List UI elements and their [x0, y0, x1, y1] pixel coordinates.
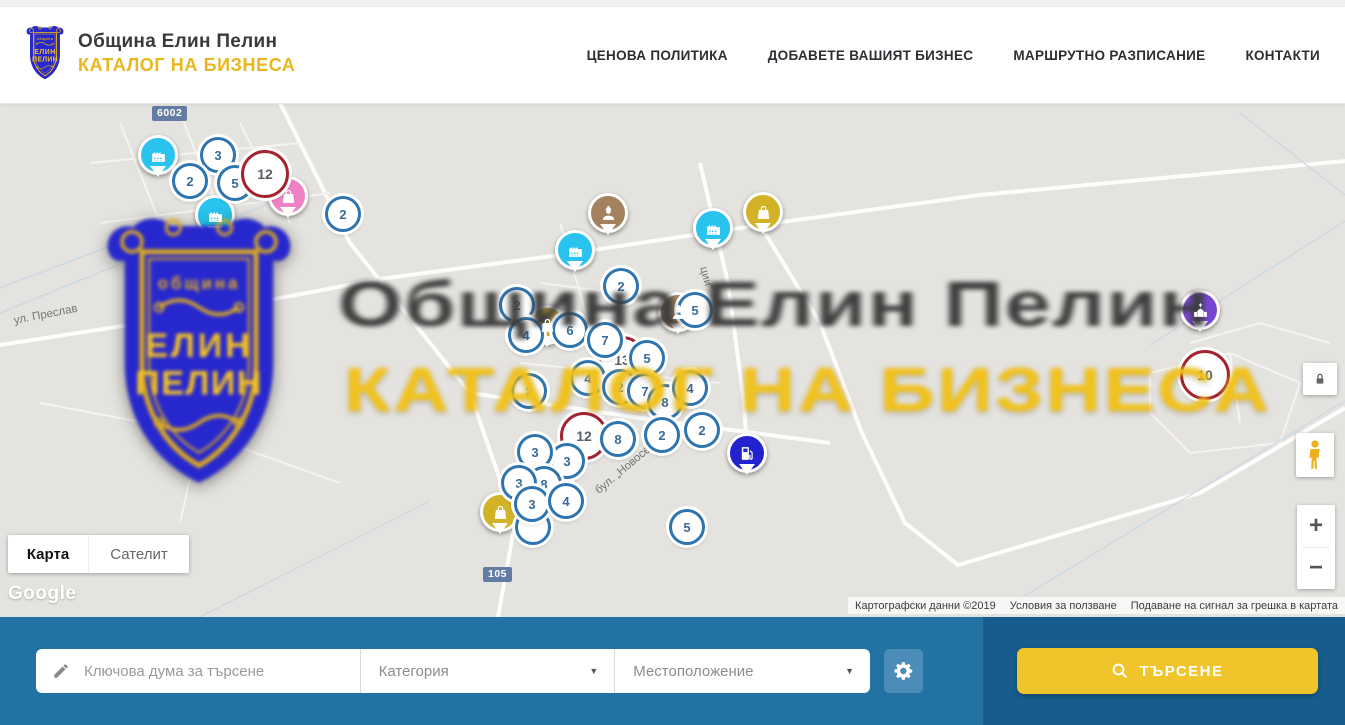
- logo-subtitle: КАТАЛОГ НА БИЗНЕСА: [78, 55, 296, 76]
- church-icon: [1192, 302, 1209, 319]
- shopping-bag-icon: [539, 317, 556, 334]
- cluster-marker[interactable]: 5: [669, 509, 705, 545]
- poi-marker-factory[interactable]: [138, 135, 178, 175]
- lock-icon: [1312, 371, 1328, 387]
- poi-marker-church[interactable]: [1180, 290, 1220, 330]
- marker-tail: [739, 464, 755, 483]
- worker-icon: [600, 205, 617, 222]
- cluster-marker[interactable]: 2: [603, 268, 639, 304]
- keyword-input[interactable]: [82, 662, 326, 681]
- cluster-marker[interactable]: 10: [1180, 350, 1230, 400]
- logo-title: Община Елин Пелин: [78, 31, 296, 53]
- svg-text:ЕЛИН: ЕЛИН: [34, 49, 56, 56]
- zoom-in-button[interactable]: +: [1297, 505, 1335, 547]
- map-type-map-button[interactable]: Карта: [8, 535, 88, 573]
- shopping-bag-icon: [755, 204, 772, 221]
- marker-tail: [755, 223, 771, 242]
- svg-text:община: община: [37, 37, 54, 41]
- location-select[interactable]: Местоположение ▼: [614, 649, 870, 693]
- cluster-marker[interactable]: 4: [548, 483, 584, 519]
- map-type-control: Карта Сателит: [8, 535, 189, 573]
- keyword-section: [36, 649, 360, 693]
- category-select[interactable]: Категория ▼: [360, 649, 615, 693]
- advanced-settings-button[interactable]: [884, 649, 923, 693]
- factory-icon: [567, 242, 584, 259]
- cluster-marker[interactable]: 2: [325, 196, 361, 232]
- search-input-group: Категория ▼ Местоположение ▼: [36, 649, 870, 693]
- factory-icon: [705, 220, 722, 237]
- cluster-marker[interactable]: 2: [644, 417, 680, 453]
- cluster-marker[interactable]: 2: [684, 412, 720, 448]
- poi-marker-factory[interactable]: [693, 208, 733, 248]
- location-select-value: Местоположение: [615, 663, 845, 680]
- nav-item-add-business[interactable]: ДОБАВЕТЕ ВАШИЯТ БИЗНЕС: [768, 48, 974, 63]
- poi-marker-worker[interactable]: [588, 193, 628, 233]
- cluster-marker[interactable]: 4: [672, 370, 708, 406]
- street-view-pegman[interactable]: [1296, 433, 1334, 477]
- search-bar: Категория ▼ Местоположение ▼ ТЪРСЕНЕ: [0, 617, 1345, 725]
- caret-down-icon: ▼: [845, 666, 854, 676]
- marker-tail: [600, 224, 616, 243]
- fuel-pump-icon: [739, 445, 756, 462]
- attribution-copyright: Картографски данни ©2019: [848, 600, 1003, 612]
- nav-item-route-schedule[interactable]: МАРШРУТНО РАЗПИСАНИЕ: [1013, 48, 1205, 63]
- municipal-crest-icon: община ЕЛИН ПЕЛИН: [22, 24, 68, 83]
- cluster-marker[interactable]: 2: [511, 373, 547, 409]
- factory-icon: [150, 147, 167, 164]
- google-map[interactable]: 6002105 ул. Преславбул. „Новоселции" 213…: [0, 103, 1345, 617]
- attribution-report-link[interactable]: Подаване на сигнал за грешка в картата: [1124, 600, 1345, 612]
- cluster-marker[interactable]: 8: [600, 421, 636, 457]
- caret-down-icon: ▼: [589, 666, 598, 676]
- zoom-out-button[interactable]: −: [1297, 548, 1335, 590]
- poi-marker-shopping-bag[interactable]: [743, 192, 783, 232]
- google-logo[interactable]: Google: [8, 583, 76, 605]
- pencil-icon: [52, 662, 70, 680]
- worker-icon: [670, 304, 687, 321]
- search-button[interactable]: ТЪРСЕНЕ: [1017, 648, 1318, 694]
- svg-text:ПЕЛИН: ПЕЛИН: [32, 56, 58, 63]
- map-type-satellite-button[interactable]: Сателит: [88, 535, 189, 573]
- attribution-terms-link[interactable]: Условия за ползване: [1003, 600, 1124, 612]
- cluster-marker[interactable]: 7: [587, 322, 623, 358]
- marker-tail: [567, 261, 583, 280]
- nav-item-contacts[interactable]: КОНТАКТИ: [1245, 48, 1320, 63]
- shopping-bag-icon: [280, 188, 297, 205]
- factory-icon: [207, 207, 224, 224]
- marker-tail: [670, 323, 686, 342]
- cluster-marker[interactable]: 4: [570, 360, 606, 396]
- map-markers-layer: 21332512225467524278412822338334510: [0, 103, 1345, 617]
- zoom-control: + −: [1297, 505, 1335, 589]
- poi-marker-fuel-pump[interactable]: [727, 433, 767, 473]
- marker-tail: [1192, 321, 1208, 340]
- main-nav: ЦЕНОВА ПОЛИТИКА ДОБАВЕТЕ ВАШИЯТ БИЗНЕС М…: [587, 7, 1320, 103]
- page-top-strip: [0, 0, 1345, 7]
- cluster-marker[interactable]: 2: [172, 163, 208, 199]
- lock-control[interactable]: [1303, 363, 1337, 395]
- map-attribution: Картографски данни ©2019 Условия за полз…: [848, 597, 1345, 614]
- marker-tail: [492, 523, 508, 542]
- marker-tail: [150, 166, 166, 185]
- pegman-icon: [1304, 439, 1326, 471]
- marker-tail: [280, 207, 296, 226]
- site-logo[interactable]: община ЕЛИН ПЕЛИН Община Елин Пелин КАТА…: [22, 24, 296, 83]
- marker-tail: [705, 239, 721, 258]
- nav-item-pricing[interactable]: ЦЕНОВА ПОЛИТИКА: [587, 48, 728, 63]
- poi-marker-factory[interactable]: [195, 195, 235, 235]
- shopping-bag-icon: [492, 504, 509, 521]
- marker-tail: [207, 226, 223, 245]
- search-button-label: ТЪРСЕНЕ: [1139, 663, 1223, 680]
- search-icon: [1111, 662, 1129, 680]
- cluster-marker[interactable]: 6: [552, 312, 588, 348]
- gear-icon: [893, 660, 915, 682]
- cluster-marker[interactable]: 5: [629, 340, 665, 376]
- header: община ЕЛИН ПЕЛИН Община Елин Пелин КАТА…: [0, 7, 1345, 104]
- category-select-value: Категория: [361, 663, 590, 680]
- cluster-marker[interactable]: 3: [514, 486, 550, 522]
- poi-marker-factory[interactable]: [555, 230, 595, 270]
